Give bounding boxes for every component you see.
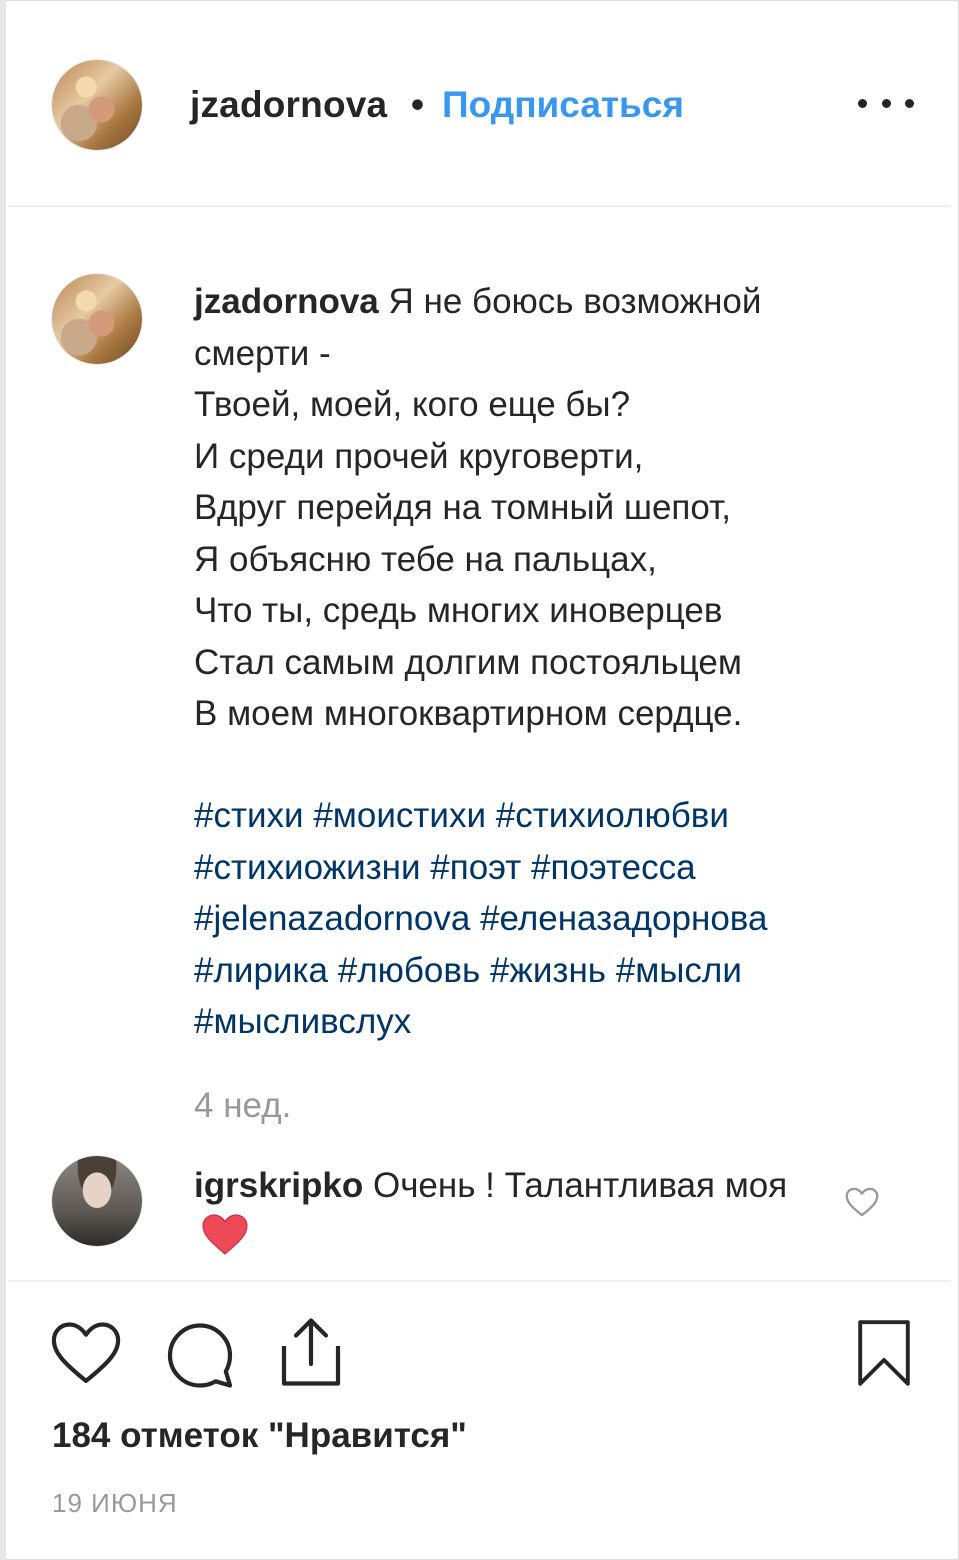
comment-text: igrskripko Очень ! Талантливая моя <box>194 1160 814 1270</box>
caption-body: смерти - Твоей, моей, кого еще бы? И сре… <box>194 333 743 734</box>
caption-first-line: Я не боюсь возможной <box>388 282 762 321</box>
post-caption: jzadornova Я не боюсь возможной смерти -… <box>194 276 914 740</box>
post-date[interactable]: 19 ИЮНЯ <box>52 1488 178 1519</box>
hashtag-link[interactable]: #мысли <box>616 951 742 990</box>
hashtag-link[interactable]: #жизнь <box>490 951 606 990</box>
follow-button[interactable]: Подписаться <box>442 84 684 126</box>
hashtag-link[interactable]: #стихи <box>194 796 304 835</box>
hashtag-link[interactable]: #лирика <box>194 951 328 990</box>
commenter-username[interactable]: igrskripko <box>194 1166 363 1205</box>
share-upload-icon[interactable] <box>278 1316 344 1393</box>
more-dot <box>858 98 867 108</box>
more-dot <box>905 98 914 108</box>
red-heart-emoji-icon <box>200 1212 250 1271</box>
header-divider <box>8 205 951 207</box>
author-avatar[interactable] <box>52 60 142 150</box>
comments-divider <box>8 1280 951 1282</box>
post-age[interactable]: 4 нед. <box>194 1086 291 1126</box>
hashtag-link[interactable]: #стихиолюбви <box>496 796 729 835</box>
hashtag-link[interactable]: #jelenazadornova <box>194 899 470 938</box>
hashtag-link[interactable]: #мысливслух <box>194 1002 411 1041</box>
caption-author-username[interactable]: jzadornova <box>194 282 379 321</box>
comment: igrskripko Очень ! Талантливая моя <box>194 1160 814 1270</box>
hashtag-link[interactable]: #поэт <box>430 848 521 887</box>
author-username[interactable]: jzadornova <box>190 84 387 126</box>
like-heart-icon[interactable] <box>50 1320 122 1391</box>
hashtag-link[interactable]: #еленазадорнова <box>480 899 767 938</box>
caption-author-avatar[interactable] <box>52 274 142 364</box>
post-header: jzadornova • Подписаться <box>0 0 959 206</box>
comment-bubble-icon[interactable] <box>164 1318 236 1395</box>
hashtag-list: #стихи #моистихи #стихиолюбви #стихиожиз… <box>194 790 914 1048</box>
likes-count[interactable]: 184 отметок "Нравится" <box>52 1416 467 1456</box>
comment-body: Очень ! Талантливая моя <box>372 1166 788 1205</box>
more-dot <box>881 98 891 108</box>
hashtag-link[interactable]: #любовь <box>338 951 480 990</box>
commenter-avatar[interactable] <box>52 1156 142 1246</box>
hashtag-link[interactable]: #моистихи <box>313 796 486 835</box>
header-separator: • <box>411 84 424 125</box>
post-card <box>0 0 959 1560</box>
hashtag-link[interactable]: #поэтесса <box>531 848 696 887</box>
left-edge-line <box>0 0 6 1560</box>
caption-text: jzadornova Я не боюсь возможной смерти -… <box>194 276 914 740</box>
comment-like-icon[interactable] <box>844 1186 880 1218</box>
save-bookmark-icon[interactable] <box>856 1318 912 1393</box>
hashtag-link[interactable]: #стихиожизни <box>194 848 421 887</box>
more-options-icon[interactable] <box>858 88 914 118</box>
